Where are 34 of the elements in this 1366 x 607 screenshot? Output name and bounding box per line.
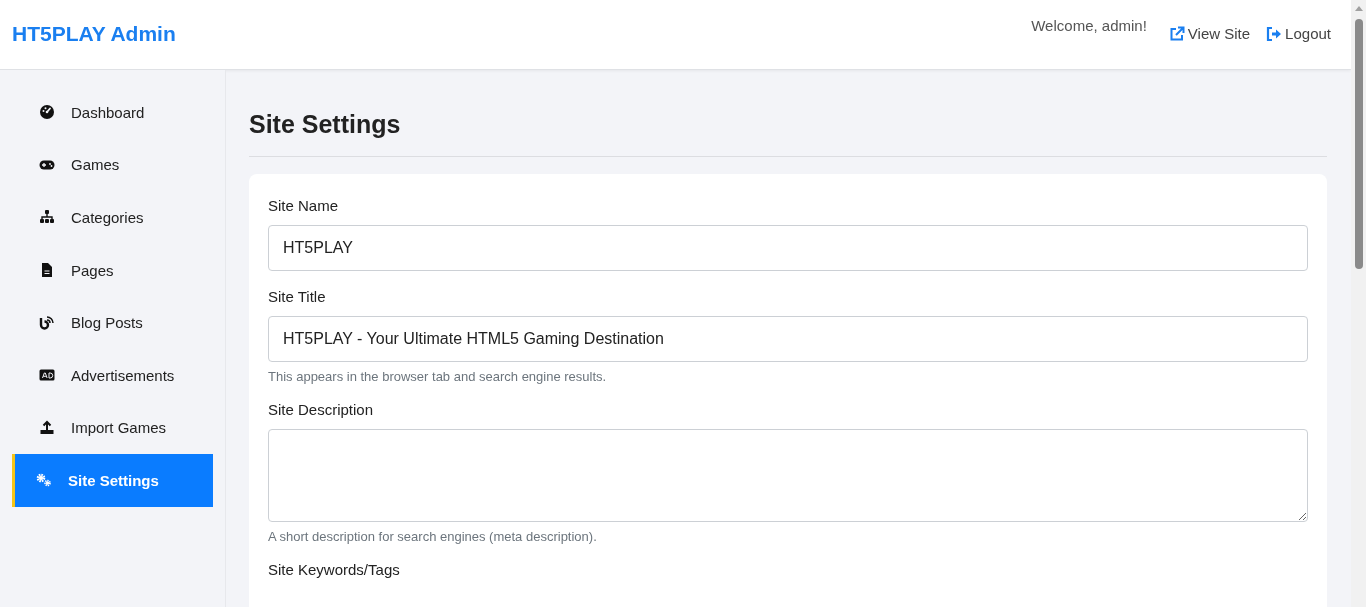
sitemap-icon <box>39 209 55 226</box>
scrollbar[interactable] <box>1351 0 1366 607</box>
field-label: Site Description <box>268 401 375 418</box>
text-input-field[interactable]: HT5PLAY - Your Ultimate HTML5 Gaming Destination <box>268 316 1308 362</box>
scroll-up-arrow-icon[interactable] <box>1354 6 1363 11</box>
page-title: Site Settings <box>249 70 1327 157</box>
document-icon <box>39 262 55 279</box>
view-site-link[interactable]: View Site <box>1168 25 1251 42</box>
external-link-icon <box>1168 25 1185 42</box>
sidebar-nav-item[interactable]: Dashboard <box>12 86 213 139</box>
help-text: A short description for search engines (meta description). <box>268 529 598 544</box>
field-label: Site Keywords/Tags <box>268 561 401 578</box>
field-label: Site Name <box>268 197 340 214</box>
text-input-field[interactable]: HT5PLAY <box>268 225 1308 271</box>
brand-logo-text[interactable]: HT5PLAY Admin <box>12 22 176 46</box>
gears-icon <box>36 472 52 489</box>
dashboard-gauge-icon <box>39 104 55 121</box>
blog-feed-icon <box>39 314 55 331</box>
upload-icon <box>39 419 55 436</box>
sidebar-nav-item[interactable]: Import Games <box>12 401 213 455</box>
logout-link[interactable]: Logout <box>1266 25 1331 42</box>
sidebar-nav-item[interactable]: Blog Posts <box>12 296 213 349</box>
sidebar-nav-item[interactable]: Pages <box>12 243 213 297</box>
textarea-field[interactable] <box>268 429 1308 522</box>
sidebar-nav-item[interactable]: Games <box>12 138 213 192</box>
scrollbar-thumb[interactable] <box>1354 19 1363 269</box>
sidebar-nav-item[interactable]: Advertisements <box>12 348 213 402</box>
ad-icon <box>39 367 55 384</box>
welcome-text: Welcome, admin! <box>1031 17 1147 34</box>
logout-icon <box>1266 25 1283 42</box>
sidebar-nav-item[interactable]: Categories <box>12 191 213 244</box>
help-text: This appears in the browser tab and search engine results. <box>268 369 608 384</box>
sidebar-nav-item[interactable]: Site Settings <box>12 454 213 507</box>
field-label: Site Title <box>268 288 327 305</box>
